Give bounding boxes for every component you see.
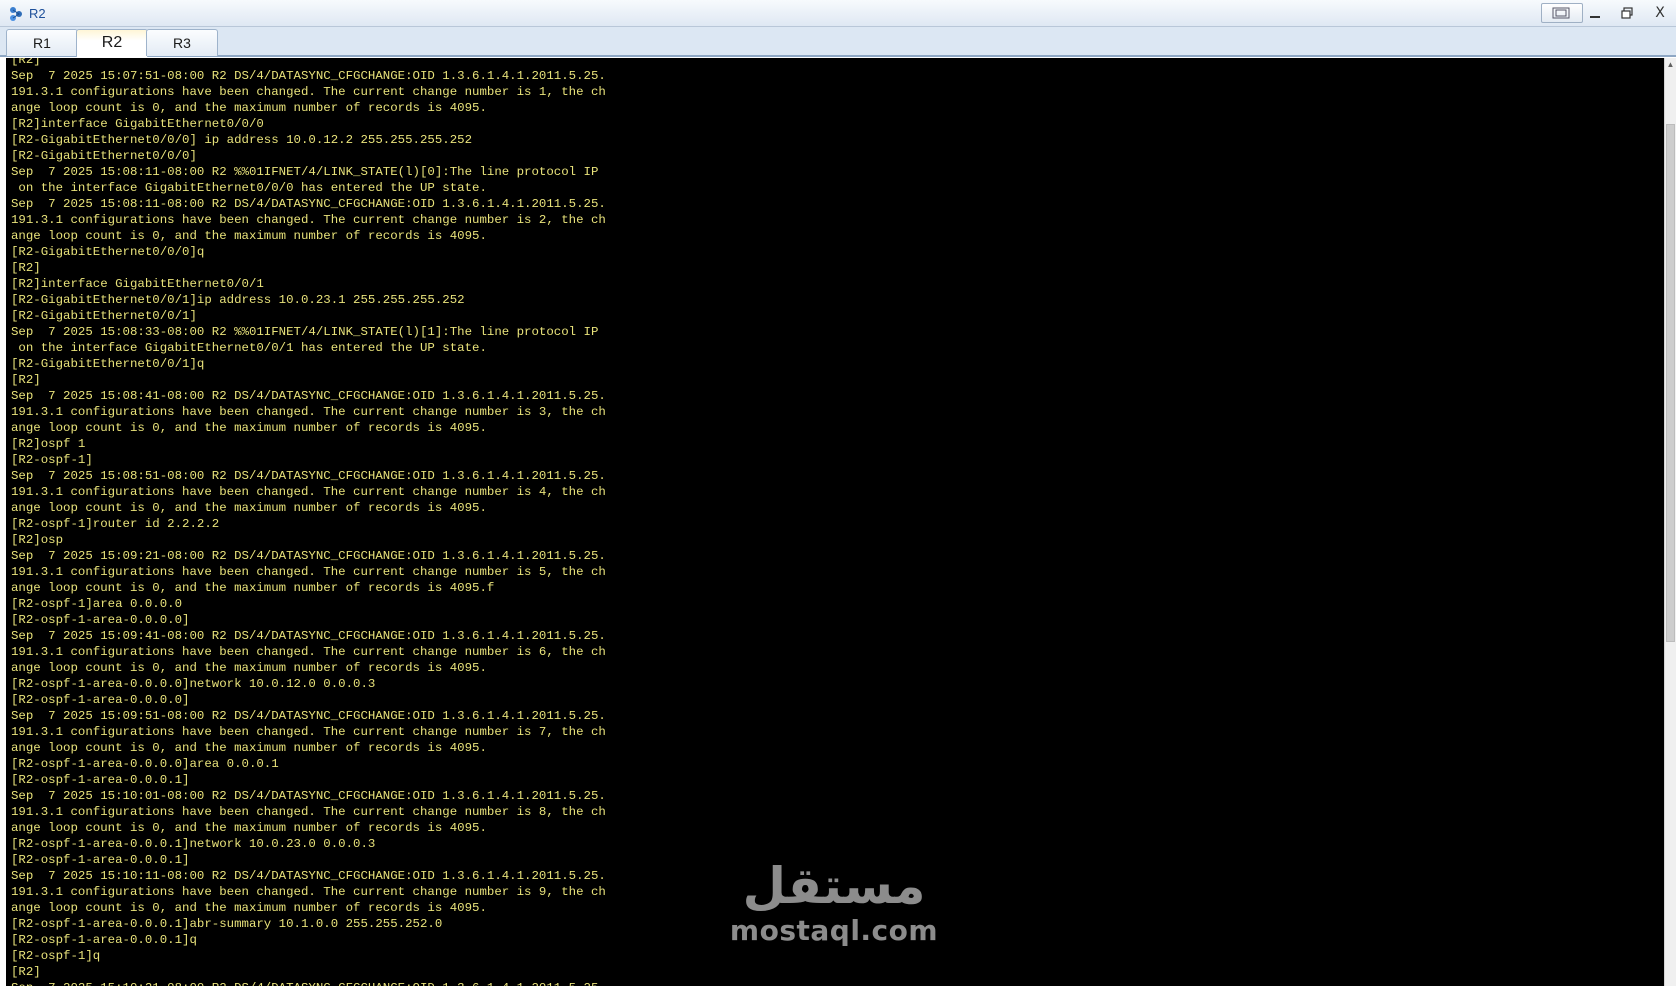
console-line: Sep 7 2025 15:08:11-08:00 R2 %%01IFNET/4…: [11, 165, 599, 179]
router-cluster-icon: [10, 7, 22, 21]
watermark-arabic-text: مستقل: [742, 857, 926, 915]
console-line: [R2-ospf-1]area 0.0.0.0: [11, 597, 183, 611]
device-tab-strip: R1 R2 R3: [0, 27, 1676, 57]
console-line: Sep 7 2025 15:09:41-08:00 R2 DS/4/DATASY…: [11, 629, 606, 643]
close-button[interactable]: X: [1648, 3, 1672, 23]
console-line: Sep 7 2025 15:10:01-08:00 R2 DS/4/DATASY…: [11, 789, 606, 803]
console-line: 191.3.1 configurations have been changed…: [11, 805, 606, 819]
console-line: [R2-ospf-1]: [11, 453, 93, 467]
console-line: Sep 7 2025 15:08:33-08:00 R2 %%01IFNET/4…: [11, 325, 599, 339]
console-line: ange loop count is 0, and the maximum nu…: [11, 821, 487, 835]
console-line: [R2]interface GigabitEthernet0/0/1: [11, 277, 264, 291]
tab-r2[interactable]: R2: [76, 29, 148, 57]
console-line: [R2-GigabitEthernet0/0/1]ip address 10.0…: [11, 293, 465, 307]
console-line: [R2-ospf-1-area-0.0.0.0]network 10.0.12.…: [11, 677, 376, 691]
console-line: ange loop count is 0, and the maximum nu…: [11, 421, 487, 435]
maximize-button[interactable]: [1614, 3, 1640, 23]
console-line: [R2-GigabitEthernet0/0/0]: [11, 149, 197, 163]
console-line: [R2-ospf-1-area-0.0.0.1]: [11, 853, 190, 867]
restore-view-button[interactable]: [1541, 3, 1583, 23]
console-line: [R2-ospf-1-area-0.0.0.1]: [11, 773, 190, 787]
console-line: [R2-GigabitEthernet0/0/1]q: [11, 357, 205, 371]
console-line: 191.3.1 configurations have been changed…: [11, 405, 606, 419]
console-line: [R2-GigabitEthernet0/0/1]: [11, 309, 197, 323]
maximize-icon: [1621, 7, 1633, 19]
console-line: Sep 7 2025 15:08:51-08:00 R2 DS/4/DATASY…: [11, 469, 606, 483]
console-line: [R2]: [11, 965, 41, 979]
console-line: Sep 7 2025 15:10:11-08:00 R2 DS/4/DATASY…: [11, 869, 606, 883]
minimize-icon: [1590, 16, 1600, 18]
console-line: ange loop count is 0, and the maximum nu…: [11, 101, 487, 115]
console-line: on the interface GigabitEthernet0/0/0 ha…: [11, 181, 487, 195]
restore-view-icon: [1552, 7, 1570, 19]
console-line: ange loop count is 0, and the maximum nu…: [11, 741, 487, 755]
console-line: ange loop count is 0, and the maximum nu…: [11, 661, 487, 675]
console-line: Sep 7 2025 15:08:41-08:00 R2 DS/4/DATASY…: [11, 389, 606, 403]
console-line: [R2-ospf-1-area-0.0.0.0]area 0.0.0.1: [11, 757, 279, 771]
watermark-logo: مستقل mostaql.com: [724, 856, 944, 966]
console-line: [R2]: [11, 373, 41, 387]
console-line: [R2-ospf-1-area-0.0.0.1]network 10.0.23.…: [11, 837, 376, 851]
window-titlebar: R2 X: [0, 0, 1676, 27]
console-line: on the interface GigabitEthernet0/0/1 ha…: [11, 341, 487, 355]
console-line: [R2-GigabitEthernet0/0/0] ip address 10.…: [11, 133, 473, 147]
console-line: 191.3.1 configurations have been changed…: [11, 485, 606, 499]
scrollbar-thumb[interactable]: [1666, 124, 1675, 642]
console-line: [R2]interface GigabitEthernet0/0/0: [11, 117, 264, 131]
console-line: 191.3.1 configurations have been changed…: [11, 645, 606, 659]
vertical-scrollbar[interactable]: ▲: [1664, 58, 1676, 986]
console-output: [R2] Sep 7 2025 15:07:51-08:00 R2 DS/4/DA…: [11, 58, 606, 986]
terminal-console[interactable]: [R2] Sep 7 2025 15:07:51-08:00 R2 DS/4/DA…: [6, 58, 1664, 986]
console-line: 191.3.1 configurations have been changed…: [11, 213, 606, 227]
watermark-latin-text: mostaql.com: [729, 914, 939, 947]
console-line: ange loop count is 0, and the maximum nu…: [11, 581, 495, 595]
minimize-button[interactable]: [1583, 3, 1607, 23]
console-line: [R2]: [11, 261, 41, 275]
console-line: 191.3.1 configurations have been changed…: [11, 885, 606, 899]
console-line: Sep 7 2025 15:09:21-08:00 R2 DS/4/DATASY…: [11, 549, 606, 563]
console-line: Sep 7 2025 15:08:11-08:00 R2 DS/4/DATASY…: [11, 197, 606, 211]
console-line: [R2-ospf-1-area-0.0.0.0]: [11, 613, 190, 627]
console-line: [R2]: [11, 58, 41, 67]
console-line: 191.3.1 configurations have been changed…: [11, 565, 606, 579]
console-line: [R2]osp: [11, 533, 64, 547]
tab-r3[interactable]: R3: [146, 29, 218, 56]
console-line: [R2-GigabitEthernet0/0/0]q: [11, 245, 205, 259]
console-line: [R2]ospf 1: [11, 437, 86, 451]
console-line: Sep 7 2025 15:09:51-08:00 R2 DS/4/DATASY…: [11, 709, 606, 723]
scroll-up-icon[interactable]: ▲: [1665, 58, 1676, 72]
console-line: ange loop count is 0, and the maximum nu…: [11, 901, 487, 915]
console-line: [R2-ospf-1-area-0.0.0.1]abr-summary 10.1…: [11, 917, 443, 931]
console-line: Sep 7 2025 15:10:21-08:00 R2 DS/4/DATASY…: [11, 980, 606, 986]
console-line: [R2-ospf-1]q: [11, 949, 101, 963]
window-title: R2: [29, 6, 46, 21]
tab-r1[interactable]: R1: [6, 29, 78, 56]
console-line: [R2-ospf-1-area-0.0.0.1]q: [11, 933, 197, 947]
console-line: ange loop count is 0, and the maximum nu…: [11, 229, 487, 243]
console-line: ange loop count is 0, and the maximum nu…: [11, 501, 487, 515]
console-line: [R2-ospf-1]router id 2.2.2.2: [11, 517, 220, 531]
console-line: 191.3.1 configurations have been changed…: [11, 85, 606, 99]
console-line: 191.3.1 configurations have been changed…: [11, 725, 606, 739]
console-line: [R2-ospf-1-area-0.0.0.0]: [11, 693, 190, 707]
console-line: Sep 7 2025 15:07:51-08:00 R2 DS/4/DATASY…: [11, 69, 606, 83]
